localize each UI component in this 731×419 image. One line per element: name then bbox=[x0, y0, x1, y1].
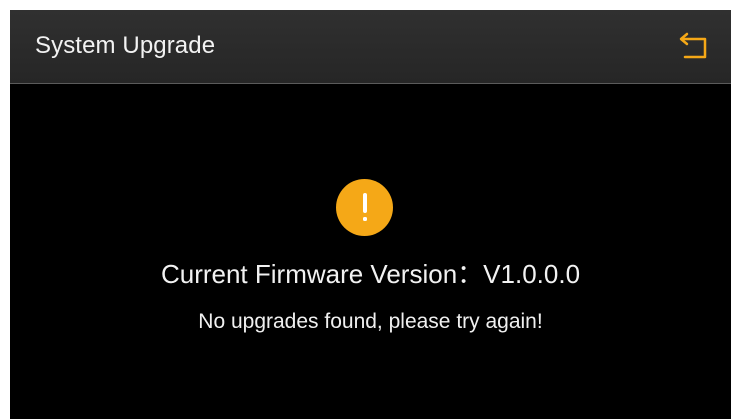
back-button[interactable] bbox=[674, 30, 714, 66]
exclamation-icon bbox=[362, 192, 367, 221]
device-screen: System Upgrade Current Firmware Version：… bbox=[10, 10, 731, 419]
page-title: System Upgrade bbox=[35, 32, 216, 59]
warning-icon bbox=[336, 179, 393, 236]
firmware-version-separator: ： bbox=[457, 259, 484, 289]
firmware-version-label: Current Firmware Version bbox=[160, 259, 458, 289]
upgrade-status-content: Current Firmware Version：V1.0.0.0 No upg… bbox=[10, 84, 731, 419]
header-bar: System Upgrade bbox=[10, 10, 731, 84]
back-arrow-icon bbox=[677, 31, 711, 66]
firmware-version-line: Current Firmware Version：V1.0.0.0 bbox=[10, 257, 731, 291]
firmware-version-value: V1.0.0.0 bbox=[483, 259, 581, 289]
upgrade-message: No upgrades found, please try again! bbox=[198, 310, 543, 333]
